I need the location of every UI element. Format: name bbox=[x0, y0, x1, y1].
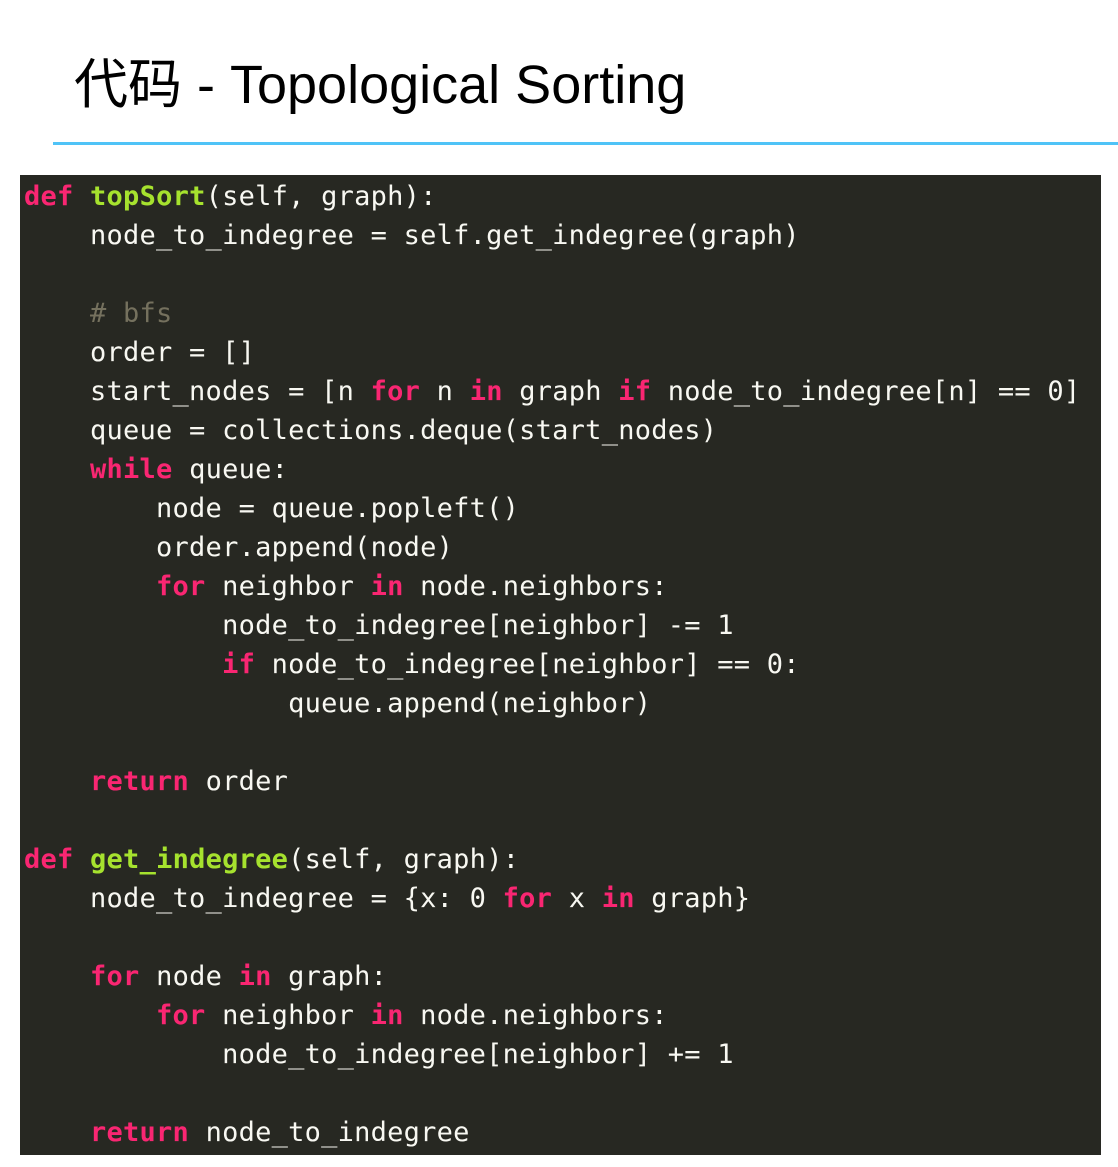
code-token: order bbox=[189, 766, 289, 797]
keyword-token: in bbox=[601, 883, 635, 914]
keyword-token: in bbox=[370, 1000, 404, 1031]
code-token: node_to_indegree[neighbor] += 1 bbox=[24, 1039, 734, 1070]
function-name-token: topSort bbox=[90, 181, 206, 212]
keyword-token: for bbox=[370, 376, 421, 407]
code-line: def topSort(self, graph): bbox=[24, 177, 1080, 216]
code-line: node_to_indegree[neighbor] -= 1 bbox=[24, 606, 1080, 645]
code-token: node_to_indegree[neighbor] == 0: bbox=[255, 649, 800, 680]
code-token: node_to_indegree[n] == 0] bbox=[651, 376, 1081, 407]
code-line: def get_indegree(self, graph): bbox=[24, 840, 1080, 879]
code-token: (self, graph): bbox=[288, 844, 520, 875]
code-line: node_to_indegree[neighbor] += 1 bbox=[24, 1035, 1080, 1074]
code-line: return node_to_indegree bbox=[24, 1113, 1080, 1152]
code-token: node_to_indegree = {x: 0 bbox=[24, 883, 503, 914]
code-line: queue = collections.deque(start_nodes) bbox=[24, 411, 1080, 450]
keyword-token: if bbox=[222, 649, 256, 680]
code-token: node.neighbors: bbox=[403, 571, 668, 602]
code-line: node_to_indegree = {x: 0 for x in graph} bbox=[24, 879, 1080, 918]
code-token: graph} bbox=[634, 883, 751, 914]
code-line: start_nodes = [n for n in graph if node_… bbox=[24, 372, 1080, 411]
keyword-token: for bbox=[156, 571, 206, 602]
keyword-token: for bbox=[502, 883, 553, 914]
code-line: order.append(node) bbox=[24, 528, 1080, 567]
code-token: queue.append(neighbor) bbox=[24, 688, 652, 719]
code-line: while queue: bbox=[24, 450, 1080, 489]
code-line: return order bbox=[24, 762, 1080, 801]
keyword-token: def bbox=[24, 844, 74, 875]
code-token: (self, graph): bbox=[205, 181, 437, 212]
code-line: for neighbor in node.neighbors: bbox=[24, 996, 1080, 1035]
title-underline bbox=[53, 142, 1118, 145]
code-token: node_to_indegree = self.get_indegree(gra… bbox=[24, 220, 800, 251]
keyword-token: in bbox=[370, 571, 404, 602]
code-line: queue.append(neighbor) bbox=[24, 684, 1080, 723]
code-line: for node in graph: bbox=[24, 957, 1080, 996]
code-line: if node_to_indegree[neighbor] == 0: bbox=[24, 645, 1080, 684]
code-line: # bfs bbox=[24, 294, 1080, 333]
code-token: graph bbox=[502, 376, 619, 407]
keyword-token: if bbox=[618, 376, 652, 407]
page-title: 代码 - Topological Sorting bbox=[74, 55, 687, 115]
keyword-token: def bbox=[24, 181, 74, 212]
keyword-token: for bbox=[90, 961, 140, 992]
code-token: graph: bbox=[271, 961, 388, 992]
code-token: neighbor bbox=[205, 1000, 371, 1031]
comment-token: # bfs bbox=[90, 298, 173, 329]
keyword-token: in bbox=[238, 961, 272, 992]
code-token: node bbox=[139, 961, 239, 992]
code-line: node_to_indegree = self.get_indegree(gra… bbox=[24, 216, 1080, 255]
keyword-token: return bbox=[90, 766, 190, 797]
keyword-token: while bbox=[90, 454, 173, 485]
code-token: queue: bbox=[172, 454, 289, 485]
code-token: node.neighbors: bbox=[403, 1000, 668, 1031]
code-token: start_nodes = [n bbox=[24, 376, 371, 407]
keyword-token: in bbox=[469, 376, 503, 407]
code-block: def topSort(self, graph): node_to_indegr… bbox=[20, 175, 1101, 1155]
code-line: for neighbor in node.neighbors: bbox=[24, 567, 1080, 606]
code-listing: def topSort(self, graph): node_to_indegr… bbox=[24, 177, 1080, 1152]
code-token: node = queue.popleft() bbox=[24, 493, 520, 524]
keyword-token: for bbox=[156, 1000, 206, 1031]
code-token: node_to_indegree bbox=[189, 1117, 470, 1148]
function-name-token: get_indegree bbox=[90, 844, 289, 875]
code-token: x bbox=[552, 883, 602, 914]
code-token: queue = collections.deque(start_nodes) bbox=[24, 415, 718, 446]
keyword-token: return bbox=[90, 1117, 190, 1148]
code-token: order = [] bbox=[24, 337, 256, 368]
code-line: node = queue.popleft() bbox=[24, 489, 1080, 528]
code-token: order.append(node) bbox=[24, 532, 454, 563]
code-token: neighbor bbox=[205, 571, 371, 602]
code-line: order = [] bbox=[24, 333, 1080, 372]
code-token: node_to_indegree[neighbor] -= 1 bbox=[24, 610, 734, 641]
code-token: n bbox=[420, 376, 470, 407]
